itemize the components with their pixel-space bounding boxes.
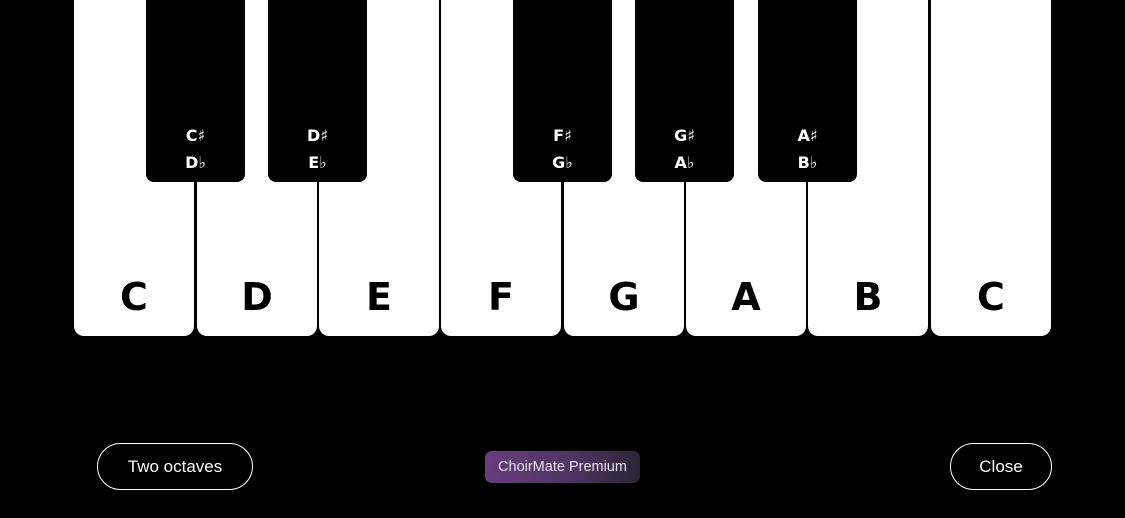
white-key-label: A [731,275,761,319]
white-key-label: E [366,275,392,319]
close-button[interactable]: Close [950,443,1052,490]
black-key-label: G♯ A♭ [635,122,734,176]
white-key-label: G [608,275,640,319]
flat-label: B♭ [797,153,818,172]
black-key-label: C♯ D♭ [146,122,245,176]
premium-button[interactable]: ChoirMate Premium [485,451,640,483]
sharp-label: F♯ [553,126,572,145]
sharp-label: D♯ [306,126,329,145]
black-key-label: A♯ B♭ [758,122,857,176]
sharp-label: A♯ [797,126,818,145]
white-key-c-high[interactable]: C [931,0,1051,336]
sharp-label: G♯ [674,126,695,145]
flat-label: A♭ [674,153,695,172]
black-key-label: D♯ E♭ [268,122,367,176]
white-key-label: F [488,275,514,319]
black-key-c-sharp[interactable]: C♯ D♭ [146,0,245,182]
piano-keyboard: C D E F G A B C C♯ D♭ D♯ E♭ F♯ G♭ G♯ A♭ … [0,0,1125,340]
two-octaves-button[interactable]: Two octaves [97,443,253,490]
white-key-label: C [120,275,148,319]
black-key-a-sharp[interactable]: A♯ B♭ [758,0,857,182]
white-key-label: B [853,275,883,319]
flat-label: E♭ [308,153,327,172]
black-key-d-sharp[interactable]: D♯ E♭ [268,0,367,182]
black-key-f-sharp[interactable]: F♯ G♭ [513,0,612,182]
flat-label: D♭ [185,153,206,172]
piano-screen: C D E F G A B C C♯ D♭ D♯ E♭ F♯ G♭ G♯ A♭ … [0,0,1125,518]
flat-label: G♭ [552,153,573,172]
black-key-label: F♯ G♭ [513,122,612,176]
black-key-g-sharp[interactable]: G♯ A♭ [635,0,734,182]
sharp-label: C♯ [185,126,206,145]
white-key-label: D [241,275,273,319]
white-key-label: C [977,275,1005,319]
